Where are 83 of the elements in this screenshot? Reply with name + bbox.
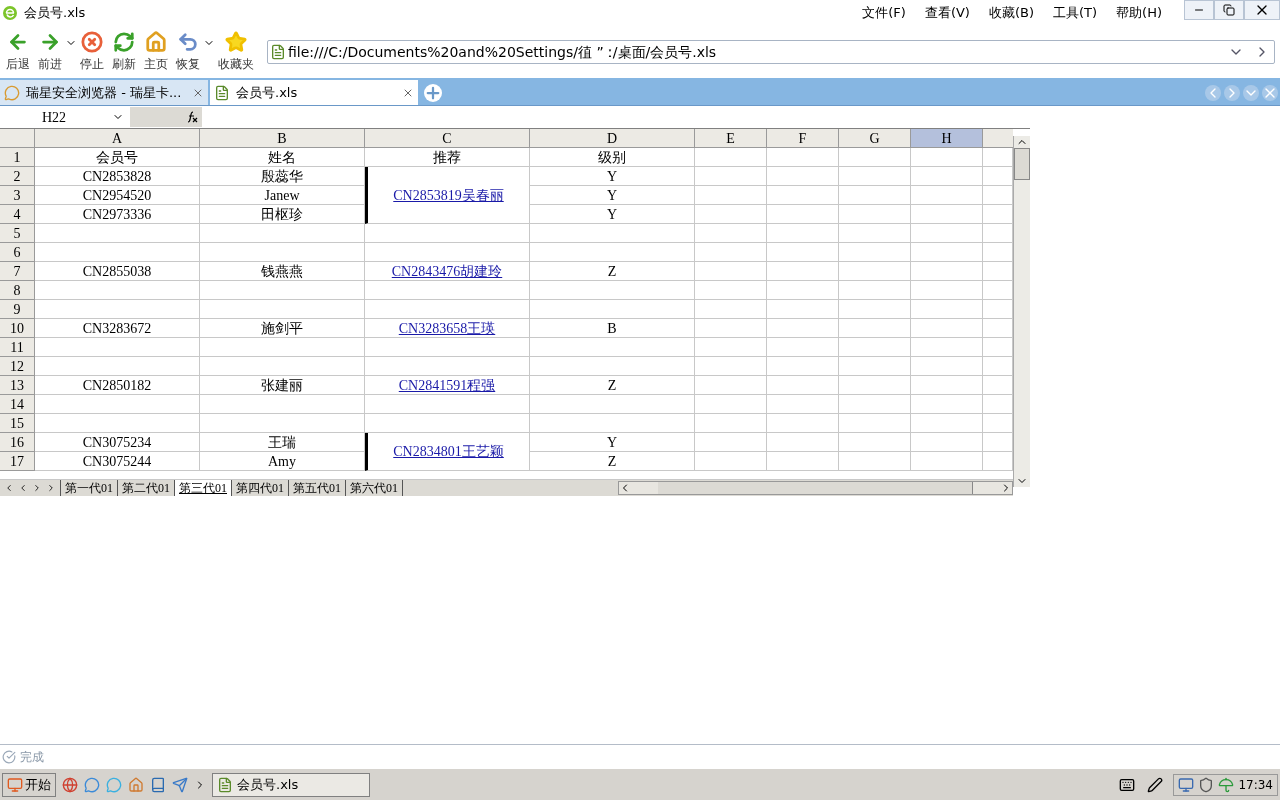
toolbar-button[interactable]: 主页 [141,31,171,73]
table-cell: 王瑞 [200,433,365,452]
table-cell: CN3075244 [35,452,200,471]
table-cell: Y [530,433,695,452]
table-cell: Z [530,376,695,395]
row-header[interactable]: 10 [0,319,35,338]
table-cell: 姓名 [200,148,365,167]
table-cell: 田枢珍 [200,205,365,224]
table-cell: CN2954520 [35,186,200,205]
table-cell: Y [530,167,695,186]
toolbar-button[interactable]: 收藏夹 [215,31,257,73]
referrer-link[interactable]: CN2843476胡建玲 [391,260,503,282]
referrer-link[interactable]: CN2841591程强 [398,374,496,396]
address-field[interactable]: file:///C:/Documents%20and%20Settings/徝 ” ː/桌面/会员号.xls [267,40,1275,64]
referrer-link[interactable]: CN2853819吴春丽 [393,184,504,206]
sheet-tab[interactable]: 第六代01 [345,480,402,496]
table-cell: 张建丽 [200,376,365,395]
column-header[interactable]: F [767,129,839,148]
table-cell: Z [530,262,695,281]
column-header[interactable]: A [35,129,200,148]
menu-item[interactable]: 收藏(B) [988,3,1034,23]
table-cell: Amy [200,452,365,471]
table-cell: Y [530,186,695,205]
row-header[interactable]: 5 [0,224,35,243]
table-cell: 殷蕊华 [200,167,365,186]
table-cell: CN3075234 [35,433,200,452]
column-header[interactable]: B [200,129,365,148]
column-header[interactable]: E [695,129,767,148]
table-cell: CN2853828 [35,167,200,186]
table-cell: Janew [200,186,365,205]
browser-tab[interactable]: 瑞星安全浏览器 - 瑞星卡... [0,80,208,105]
column-header[interactable]: C [365,129,530,148]
column-header[interactable]: D [530,129,695,148]
start-button[interactable]: 开始 [2,772,56,797]
table-cell: 施剑平 [200,319,365,338]
table-cell: 推荐 [365,148,530,167]
table-cell: Y [530,205,695,224]
row-header[interactable]: 2 [0,167,35,186]
table-cell: 钱燕燕 [200,262,365,281]
row-header[interactable]: 12 [0,357,35,376]
row-header[interactable]: 17 [0,452,35,471]
table-cell: B [530,319,695,338]
row-header[interactable]: 9 [0,300,35,319]
table-cell: CN2850182 [35,376,200,395]
menu-item[interactable]: 工具(T) [1053,3,1098,23]
row-header[interactable]: 6 [0,243,35,262]
row-header[interactable]: 8 [0,281,35,300]
table-cell: CN3283672 [35,319,200,338]
row-header[interactable]: 14 [0,395,35,414]
toolbar-button[interactable]: 恢复 [173,31,203,73]
table-cell: CN2973336 [35,205,200,224]
row-header[interactable]: 16 [0,433,35,452]
status-text: 完成 [20,748,44,766]
row-header[interactable]: 15 [0,414,35,433]
toolbar-button[interactable]: 前进 [35,31,65,73]
sheet-tab[interactable]: 第四代01 [231,480,288,496]
table-cell: 会员号 [35,148,200,167]
table-cell: Z [530,452,695,471]
menu-item[interactable]: 文件(F) [862,3,906,23]
clock: 17:34 [1238,776,1273,794]
menu-item[interactable]: 帮助(H) [1116,3,1162,23]
column-header[interactable]: G [839,129,911,148]
taskbar-window-button[interactable]: 会员号.xls [212,772,370,797]
sheet-tab[interactable]: 第一代01 [60,480,117,496]
toolbar-button[interactable]: 停止 [77,31,107,73]
column-header[interactable]: H [911,129,983,148]
row-header[interactable]: 11 [0,338,35,357]
window-title: 会员号.xls [24,4,86,23]
toolbar-button[interactable]: 后退 [3,31,33,73]
row-header[interactable]: 1 [0,148,35,167]
row-header[interactable]: 13 [0,376,35,395]
referrer-link[interactable]: CN3283658王瑛 [398,317,496,339]
sheet-tab[interactable]: 第五代01 [288,480,345,496]
toolbar-button[interactable]: 刷新 [109,31,139,73]
row-header[interactable]: 7 [0,262,35,281]
browser-tab[interactable]: 会员号.xls [210,80,418,105]
menu-item[interactable]: 查看(V) [924,3,970,23]
row-header[interactable]: 3 [0,186,35,205]
sheet-tab[interactable]: 第三代01 [174,480,231,496]
table-cell: CN2855038 [35,262,200,281]
row-header[interactable]: 4 [0,205,35,224]
table-cell: 级别 [530,148,695,167]
referrer-link[interactable]: CN2834801王艺颖 [393,441,504,462]
